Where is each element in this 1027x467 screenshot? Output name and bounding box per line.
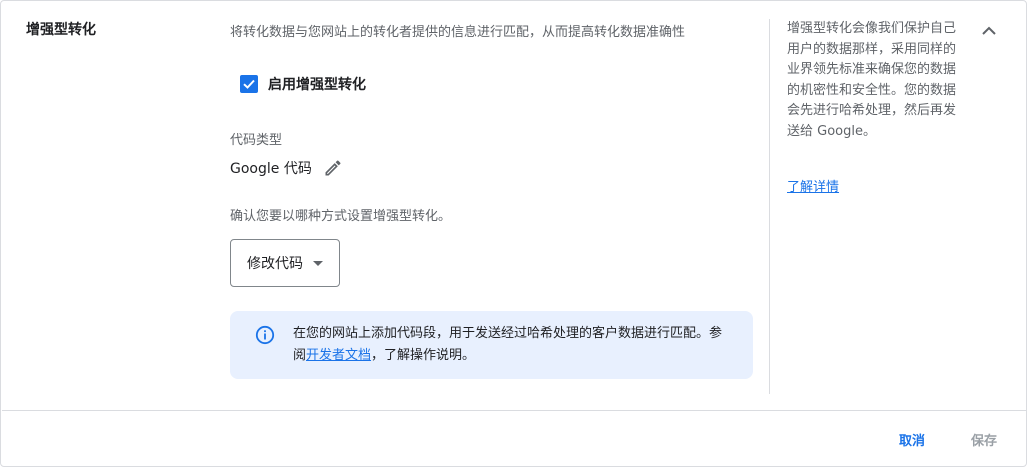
- code-type-label: 代码类型: [230, 133, 283, 148]
- enhanced-conversions-card: 增强型转化 将转化数据与您网站上的转化者提供的信息进行匹配，从而提高转化数据准确…: [0, 0, 1027, 467]
- code-type-value: Google 代码: [230, 161, 312, 177]
- info-text-after-link: ，了解操作说明。: [371, 348, 476, 363]
- info-icon: [255, 325, 275, 345]
- cancel-button[interactable]: 取消: [887, 427, 937, 451]
- section-description: 将转化数据与您网站上的转化者提供的信息进行匹配，从而提高转化数据准确性: [230, 25, 686, 40]
- enable-enhanced-conversions-checkbox[interactable]: 启用增强型转化: [240, 74, 366, 94]
- checkbox-checked-icon[interactable]: [240, 75, 258, 93]
- section-title: 增强型转化: [26, 22, 96, 38]
- chevron-up-icon[interactable]: [977, 19, 1001, 43]
- setup-method-dropdown[interactable]: 修改代码: [230, 239, 340, 287]
- vertical-divider: [769, 19, 770, 394]
- save-button[interactable]: 保存: [959, 427, 1009, 451]
- setup-prompt: 确认您要以哪种方式设置增强型转化。: [230, 209, 452, 224]
- footer-divider: [2, 410, 1027, 411]
- pencil-icon[interactable]: [322, 157, 344, 179]
- developer-docs-link[interactable]: 开发者文档: [306, 348, 371, 363]
- checkbox-label: 启用增强型转化: [268, 77, 366, 93]
- dropdown-selected-value: 修改代码: [247, 256, 303, 272]
- info-text: 在您的网站上添加代码段，用于发送经过哈希处理的客户数据进行匹配。参阅开发者文档，…: [293, 323, 733, 367]
- caret-down-icon: [313, 261, 323, 266]
- sidebar-description: 增强型转化会像我们保护自己用户的数据那样，采用同样的业界领先标准来确保您的数据的…: [787, 21, 957, 139]
- learn-more-link[interactable]: 了解详情: [787, 176, 839, 195]
- code-type-row: Google 代码: [230, 157, 344, 179]
- info-box: 在您的网站上添加代码段，用于发送经过哈希处理的客户数据进行匹配。参阅开发者文档，…: [230, 311, 753, 379]
